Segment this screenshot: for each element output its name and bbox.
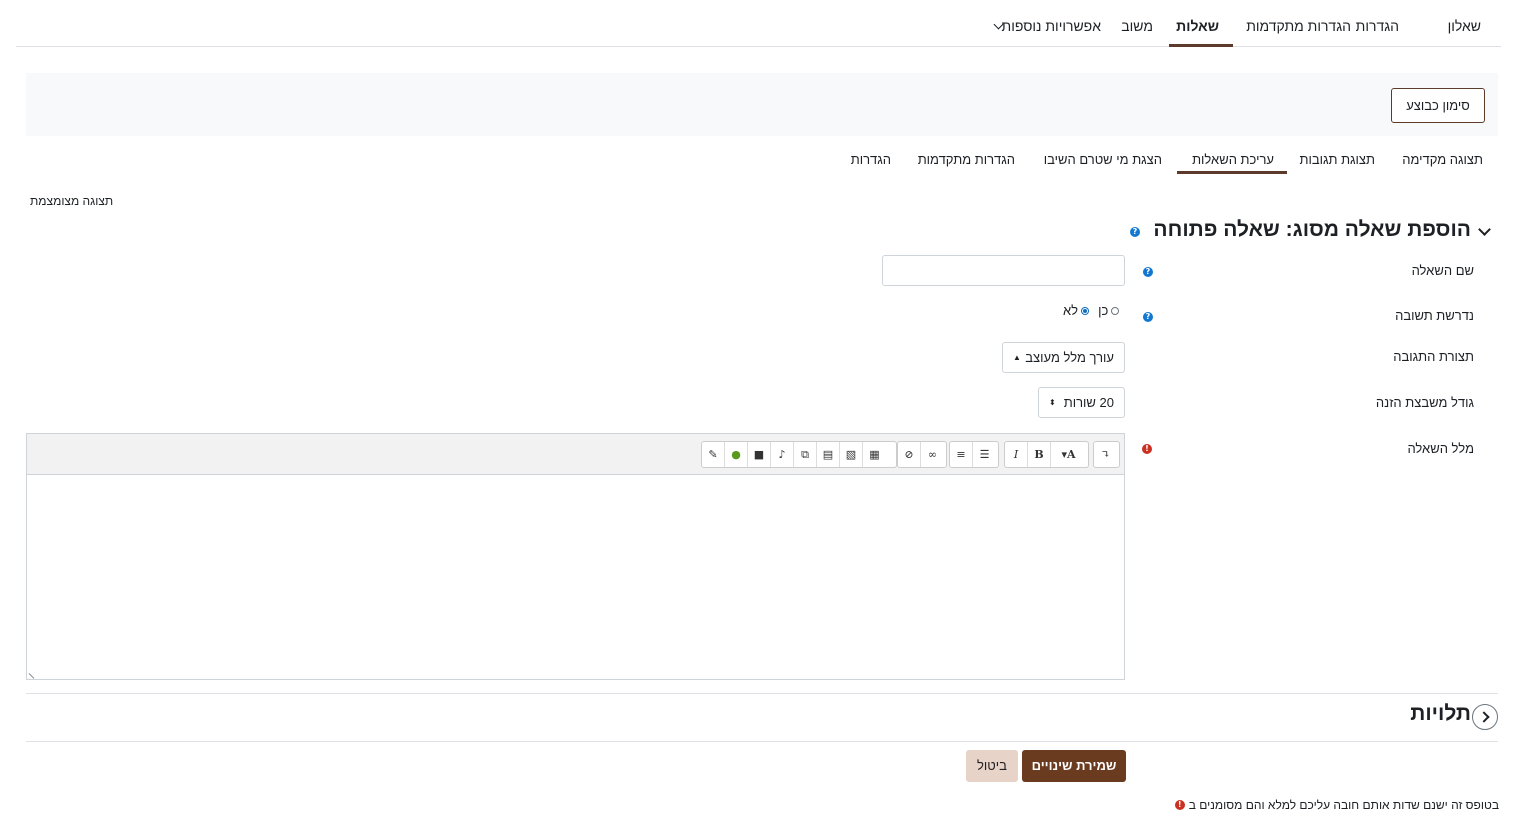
nav-more-label: אפשרויות נוספות [1001, 18, 1101, 34]
editor-toolbar: ✎ ● ■ ♪ ⧉ ▤ ▧ ▦ ⊘ ∞ ≡ ☰ I B ▾A ↴ [27, 434, 1124, 475]
bold-icon[interactable]: B [1028, 442, 1051, 467]
emoji-icon[interactable]: ● [725, 442, 748, 467]
response-format-label: תצורת התגובה [1393, 349, 1474, 364]
input-size-label: גודל משבצת הזנה [1375, 395, 1474, 410]
select-arrows-icon: ▲ [1013, 353, 1021, 362]
help-icon[interactable]: ? [1130, 227, 1140, 237]
required-fields-text: בטופס זה ישנם שדות אותם חובה עליכם למלא … [1188, 798, 1499, 812]
question-name-label: שם השאלה [1411, 263, 1474, 278]
video-icon[interactable]: ■ [748, 442, 771, 467]
toolbar-group-format: I B ▾A [1004, 441, 1089, 468]
microphone-icon[interactable]: ♪ [771, 442, 794, 467]
tab-advanced-settings[interactable]: הגדרות מתקדמות [918, 152, 1015, 172]
required-no-radio[interactable] [1081, 306, 1090, 315]
toolbar-group-expand: ↴ [1093, 441, 1120, 468]
required-yes-label: כן [1098, 303, 1109, 318]
nav-active-indicator [1169, 44, 1233, 47]
nav-item-questionnaire[interactable]: שאלון [1448, 0, 1481, 46]
nav-item-feedback[interactable]: משוב [1121, 0, 1153, 46]
numbered-list-icon[interactable]: ≡ [950, 442, 973, 467]
response-format-select[interactable]: עורך מלל מעוצב ▲ [1002, 342, 1125, 373]
response-format-value: עורך מלל מעוצב [1025, 350, 1114, 365]
paragraph-style-icon[interactable]: ▾A [1051, 442, 1086, 467]
primary-navigation: שאלון הגדרות הגדרות מתקדמות שאלות משוב א… [16, 0, 1501, 47]
toolbar-group-lists: ≡ ☰ [949, 441, 999, 468]
nav-item-advanced-settings[interactable]: הגדרות מתקדמות [1246, 0, 1351, 46]
question-text-editor[interactable]: ✎ ● ■ ♪ ⧉ ▤ ▧ ▦ ⊘ ∞ ≡ ☰ I B ▾A ↴ [26, 433, 1125, 680]
image-icon[interactable]: ▧ [840, 442, 863, 467]
chevron-down-icon[interactable] [1478, 223, 1491, 236]
required-yes-radio[interactable] [1111, 306, 1120, 315]
h5p-icon[interactable]: ▦ [863, 442, 886, 467]
help-icon[interactable]: ? [1143, 312, 1153, 322]
required-icon: ! [1142, 444, 1152, 454]
input-size-select[interactable]: 20 שורות ⬍ [1038, 387, 1125, 418]
nav-item-questions[interactable]: שאלות [1176, 0, 1219, 46]
bullet-list-icon[interactable]: ☰ [973, 442, 996, 467]
tags-section-title: תלויות [1410, 702, 1471, 725]
required-fields-note: בטופס זה ישנם שדות אותם חובה עליכם למלא … [1174, 798, 1499, 812]
tab-edit-questions[interactable]: עריכת השאלות [1192, 152, 1274, 172]
required-radio-group: כן לא [1063, 303, 1120, 318]
tab-active-indicator [1177, 171, 1287, 174]
activity-header [26, 73, 1498, 136]
help-icon[interactable]: ? [1143, 267, 1153, 277]
tab-preview[interactable]: תצוגה מקדימה [1402, 152, 1483, 172]
unlink-icon[interactable]: ⊘ [898, 442, 921, 467]
cancel-button[interactable]: ביטול [966, 750, 1018, 782]
save-changes-button[interactable]: שמירת שינויים [1022, 750, 1126, 782]
section-title: הוספת שאלה מסוג: שאלה פתוחה [1153, 218, 1471, 241]
tab-non-respondents[interactable]: הצגת מי שטרם השיבו [1044, 152, 1162, 172]
nav-more-menu[interactable]: אפשרויות נוספות [989, 0, 1101, 46]
required-no-label: לא [1063, 303, 1079, 318]
manage-files-icon[interactable]: ⧉ [794, 442, 817, 467]
chevron-left-icon[interactable] [1472, 704, 1498, 730]
toolbar-group-links: ⊘ ∞ [897, 441, 947, 468]
show-more-icon[interactable]: ↴ [1094, 442, 1117, 467]
question-name-input[interactable] [882, 255, 1125, 286]
compact-view-link[interactable]: תצוגה מצומצמת [30, 194, 113, 208]
accessibility-icon[interactable]: ✎ [702, 442, 725, 467]
media-icon[interactable]: ▤ [817, 442, 840, 467]
resize-handle[interactable] [28, 668, 40, 679]
required-label: נדרשת תשובה [1395, 308, 1474, 323]
nav-item-settings[interactable]: הגדרות [1356, 0, 1399, 46]
question-text-label: מלל השאלה [1407, 441, 1474, 456]
divider [26, 741, 1498, 742]
required-icon: ! [1174, 800, 1185, 810]
italic-icon[interactable]: I [1005, 442, 1028, 467]
divider [26, 693, 1498, 694]
input-size-value: 20 שורות [1063, 395, 1114, 410]
mark-as-done-button[interactable]: סימון כבוצע [1391, 88, 1485, 123]
link-icon[interactable]: ∞ [921, 442, 944, 467]
tab-responses[interactable]: תצוגת תגובות [1299, 152, 1375, 172]
toolbar-group-media: ✎ ● ■ ♪ ⧉ ▤ ▧ ▦ [701, 441, 897, 468]
tab-settings[interactable]: הגדרות [851, 152, 891, 172]
select-arrows-icon: ⬍ [1049, 398, 1056, 407]
